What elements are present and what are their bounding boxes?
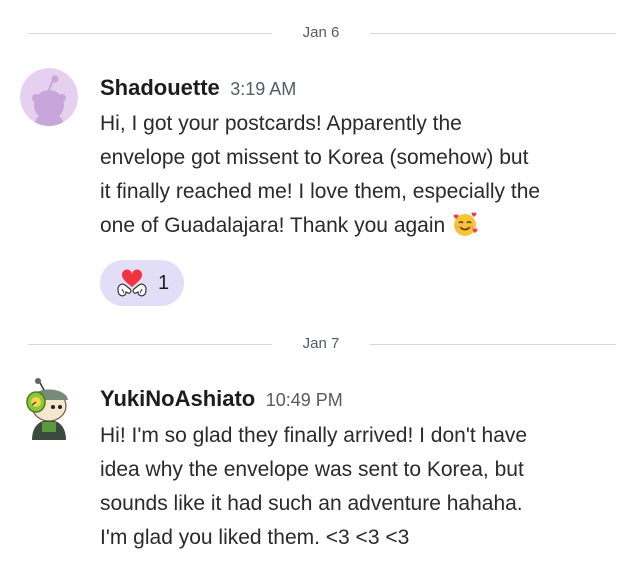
avatar[interactable]	[20, 378, 78, 440]
divider-line	[370, 344, 616, 345]
message-line: sounds like it had such an adventure hah…	[100, 492, 523, 515]
avatar[interactable]	[20, 68, 78, 126]
snoo-avatar-icon	[20, 68, 78, 126]
reaction-count: 1	[158, 271, 170, 294]
message-header: Shadouette 3:19 AM	[100, 74, 296, 105]
divider-line	[28, 33, 272, 34]
author-name[interactable]: Shadouette	[100, 75, 220, 100]
timestamp: 3:19 AM	[230, 79, 297, 99]
date-divider: Jan 7	[0, 334, 640, 354]
message-text: Hi! I'm so glad they finally arrived! I …	[100, 419, 630, 555]
heart-hands-icon	[114, 267, 150, 299]
date-divider: Jan 6	[0, 23, 640, 43]
timestamp: 10:49 PM	[265, 390, 343, 410]
divider-line	[370, 33, 616, 34]
message-line: I'm glad you liked them. <3 <3 <3	[100, 526, 410, 549]
divider-line	[28, 344, 272, 345]
snoo-avatar-icon	[26, 378, 68, 440]
message-line: Hi! I'm so glad they finally arrived! I …	[100, 424, 528, 447]
smiling-face-with-hearts-icon	[451, 211, 479, 237]
message-line: one of Guadalajara! Thank you again	[100, 214, 446, 237]
date-label: Jan 6	[302, 24, 340, 41]
message-text: Hi, I got your postcards! Apparently the…	[100, 107, 630, 243]
message-line: it finally reached me! I love them, espe…	[100, 180, 541, 203]
message-line: envelope got missent to Korea (somehow) …	[100, 146, 529, 169]
message-line-last: one of Guadalajara! Thank you again	[100, 209, 630, 243]
message-line: idea why the envelope was sent to Korea,…	[100, 458, 524, 481]
author-name[interactable]: YukiNoAshiato	[100, 386, 255, 411]
reaction-pill[interactable]: 1	[100, 260, 184, 306]
date-label: Jan 7	[302, 335, 340, 352]
message-header: YukiNoAshiato 10:49 PM	[100, 385, 343, 416]
message-line: Hi, I got your postcards! Apparently the	[100, 112, 462, 135]
